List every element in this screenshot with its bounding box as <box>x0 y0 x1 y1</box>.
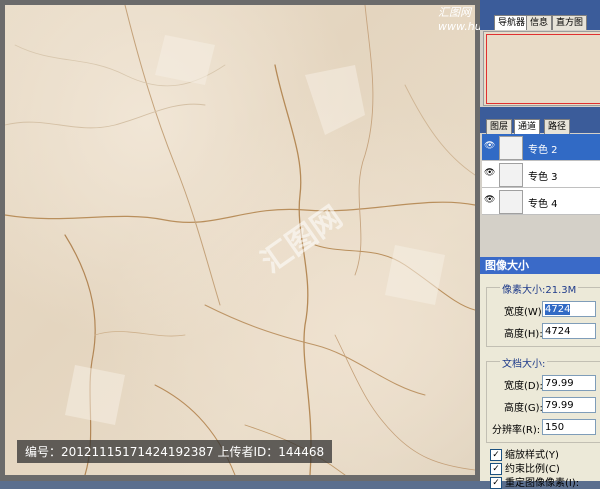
view-box[interactable] <box>486 34 600 104</box>
tab-paths[interactable]: 路径 <box>544 119 570 134</box>
width-field[interactable]: 4724 <box>542 301 596 317</box>
resolution-field[interactable]: 150 <box>542 419 596 435</box>
channel-thumbnail <box>499 136 523 160</box>
marble-veins <box>5 5 475 475</box>
scale-styles-row[interactable]: ✓缩放样式(Y) <box>490 446 559 461</box>
tab-layers[interactable]: 图层 <box>486 119 512 134</box>
tab-histogram[interactable]: 直方图 <box>552 15 587 30</box>
doc-width-label: 宽度(D): <box>504 377 543 392</box>
right-panels: 导航器 信息 直方图 图层 通道 路径 👁 专色 2 👁 专色 3 👁 专色 4… <box>480 0 600 481</box>
channel-thumbnail <box>499 163 523 187</box>
channel-label: 专色 4 <box>528 195 558 210</box>
resample-row[interactable]: ✓重定图像像素(I): <box>490 474 579 489</box>
channel-thumbnail <box>499 190 523 214</box>
tab-channels[interactable]: 通道 <box>514 119 540 134</box>
channel-label: 专色 3 <box>528 168 558 183</box>
channels-tabbar: 图层 通道 路径 <box>480 107 600 133</box>
doc-height-label: 高度(G): <box>504 399 543 414</box>
channel-row[interactable]: 👁 专色 3 <box>482 161 600 188</box>
dialog-title: 图像大小 <box>480 257 600 274</box>
document-canvas-area: 汇图网 编号：20121115171424192387 上传者ID：144468… <box>0 0 480 481</box>
doc-height-field[interactable]: 79.99 <box>542 397 596 413</box>
resolution-label: 分辨率(R): <box>492 421 540 436</box>
doc-width-field[interactable]: 79.99 <box>542 375 596 391</box>
channel-label: 专色 2 <box>528 141 558 156</box>
tab-info[interactable]: 信息 <box>526 15 552 30</box>
constrain-row[interactable]: ✓约束比例(C) <box>490 460 560 475</box>
eye-icon[interactable]: 👁 <box>484 168 494 178</box>
channel-row[interactable]: 👁 专色 2 <box>482 134 600 161</box>
doc-group-label: 文档大小: <box>500 355 547 370</box>
navigator-preview[interactable] <box>483 31 600 106</box>
navigator-tabbar: 导航器 信息 直方图 <box>480 0 600 30</box>
marble-image[interactable]: 汇图网 编号：20121115171424192387 上传者ID：144468 <box>5 5 475 475</box>
checkbox-checked-icon[interactable]: ✓ <box>490 477 502 489</box>
pixel-group-label: 像素大小:21.3M <box>500 281 578 296</box>
image-caption: 编号：20121115171424192387 上传者ID：144468 <box>17 440 332 463</box>
height-field[interactable]: 4724 <box>542 323 596 339</box>
tab-navigator[interactable]: 导航器 <box>494 15 529 30</box>
image-size-dialog: 像素大小:21.3M 宽度(W): 4724 高度(H): 4724 文档大小:… <box>480 274 600 481</box>
eye-icon[interactable]: 👁 <box>484 141 494 151</box>
width-label: 宽度(W): <box>504 303 545 318</box>
channels-empty-area <box>482 215 600 257</box>
resample-label: 重定图像像素(I): <box>505 478 579 489</box>
eye-icon[interactable]: 👁 <box>484 195 494 205</box>
channel-row[interactable]: 👁 专色 4 <box>482 188 600 215</box>
height-label: 高度(H): <box>504 325 543 340</box>
